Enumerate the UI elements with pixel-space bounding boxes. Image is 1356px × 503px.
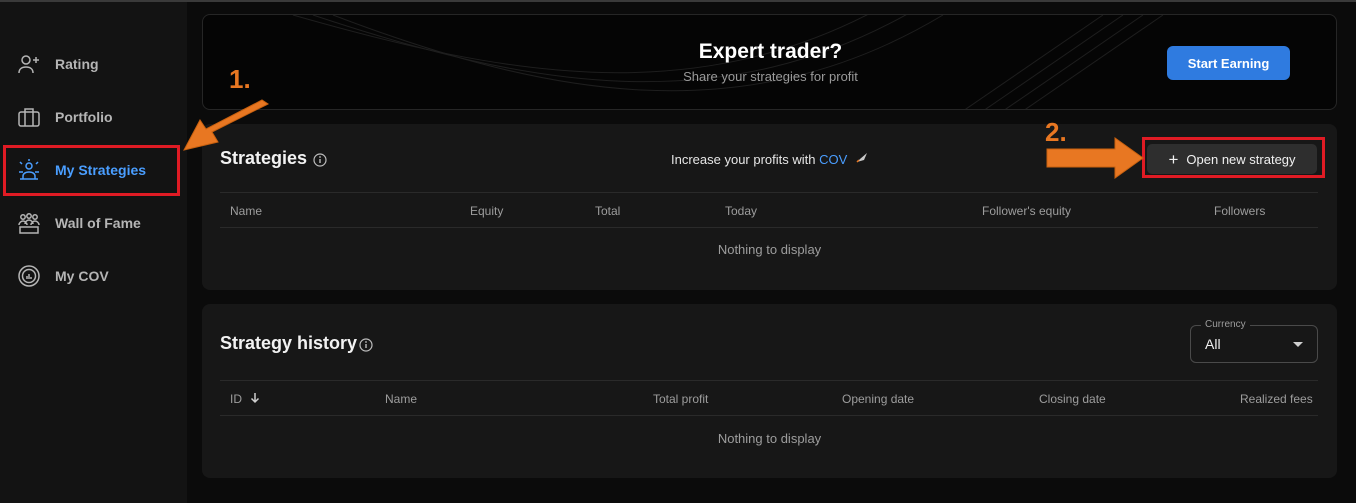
column-header-name[interactable]: Name: [385, 392, 417, 406]
group-icon: [16, 210, 42, 236]
column-header-equity[interactable]: Equity: [470, 204, 503, 218]
column-header-total-profit[interactable]: Total profit: [653, 392, 708, 406]
column-header-realized-fees[interactable]: Realized fees: [1240, 392, 1313, 406]
column-header-followers[interactable]: Followers: [1214, 204, 1265, 218]
arrow-step-2-icon: [1046, 137, 1144, 179]
column-header-followers-equity[interactable]: Follower's equity: [982, 204, 1071, 218]
cov-link[interactable]: COV: [819, 152, 847, 167]
cov-icon: [16, 263, 42, 289]
sort-arrow-down-icon: [251, 393, 260, 404]
sidebar-item-portfolio[interactable]: Portfolio: [0, 95, 187, 139]
sidebar-item-label: My COV: [55, 268, 109, 284]
column-header-id[interactable]: ID: [230, 392, 260, 406]
promo-text: Increase your profits with COV: [671, 152, 869, 167]
strategy-history-title: Strategy history: [220, 333, 358, 353]
info-icon[interactable]: [313, 153, 327, 167]
currency-value: All: [1205, 336, 1221, 352]
sidebar-item-rating[interactable]: Rating: [0, 42, 187, 86]
start-earning-button[interactable]: Start Earning: [1167, 46, 1290, 80]
promo-text-label: Increase your profits with: [671, 152, 820, 167]
sidebar-item-my-cov[interactable]: My COV: [0, 254, 187, 298]
highlight-open-new-strategy: [1142, 137, 1325, 178]
column-header-id-label: ID: [230, 392, 242, 406]
sidebar-item-label: Wall of Fame: [55, 215, 141, 231]
chevron-down-icon: [1293, 342, 1303, 347]
history-empty-state: Nothing to display: [717, 431, 822, 446]
sidebar-item-label: Rating: [55, 56, 99, 72]
briefcase-icon: [16, 104, 42, 130]
sidebar-item-label: Portfolio: [55, 109, 113, 125]
currency-label: Currency: [1201, 319, 1250, 330]
sidebar: Rating Portfolio My Strategies Wall of F…: [0, 2, 187, 503]
column-header-today[interactable]: Today: [725, 204, 757, 218]
main-content: Expert trader? Share your strategies for…: [187, 2, 1356, 503]
history-table-header: ID Name Total profit Opening date Closin…: [220, 380, 1318, 416]
column-header-name[interactable]: Name: [230, 204, 262, 218]
user-plus-icon: [16, 51, 42, 77]
strategies-empty-state: Nothing to display: [717, 242, 822, 257]
currency-select[interactable]: Currency All: [1190, 319, 1318, 363]
arrow-step-1-icon: [183, 99, 269, 151]
strategies-table-header: Name Equity Total Today Follower's equit…: [220, 192, 1318, 228]
sidebar-item-wall-of-fame[interactable]: Wall of Fame: [0, 201, 187, 245]
expert-trader-banner: Expert trader? Share your strategies for…: [202, 14, 1337, 110]
info-icon[interactable]: [359, 338, 373, 352]
highlight-my-strategies: [3, 145, 180, 196]
column-header-closing-date[interactable]: Closing date: [1039, 392, 1106, 406]
strategy-history-card: Strategy history Currency All ID Name To…: [202, 304, 1337, 478]
step-1-label: 1.: [229, 64, 251, 94]
column-header-opening-date[interactable]: Opening date: [842, 392, 914, 406]
column-header-total[interactable]: Total: [595, 204, 620, 218]
rocket-icon: [855, 152, 869, 167]
